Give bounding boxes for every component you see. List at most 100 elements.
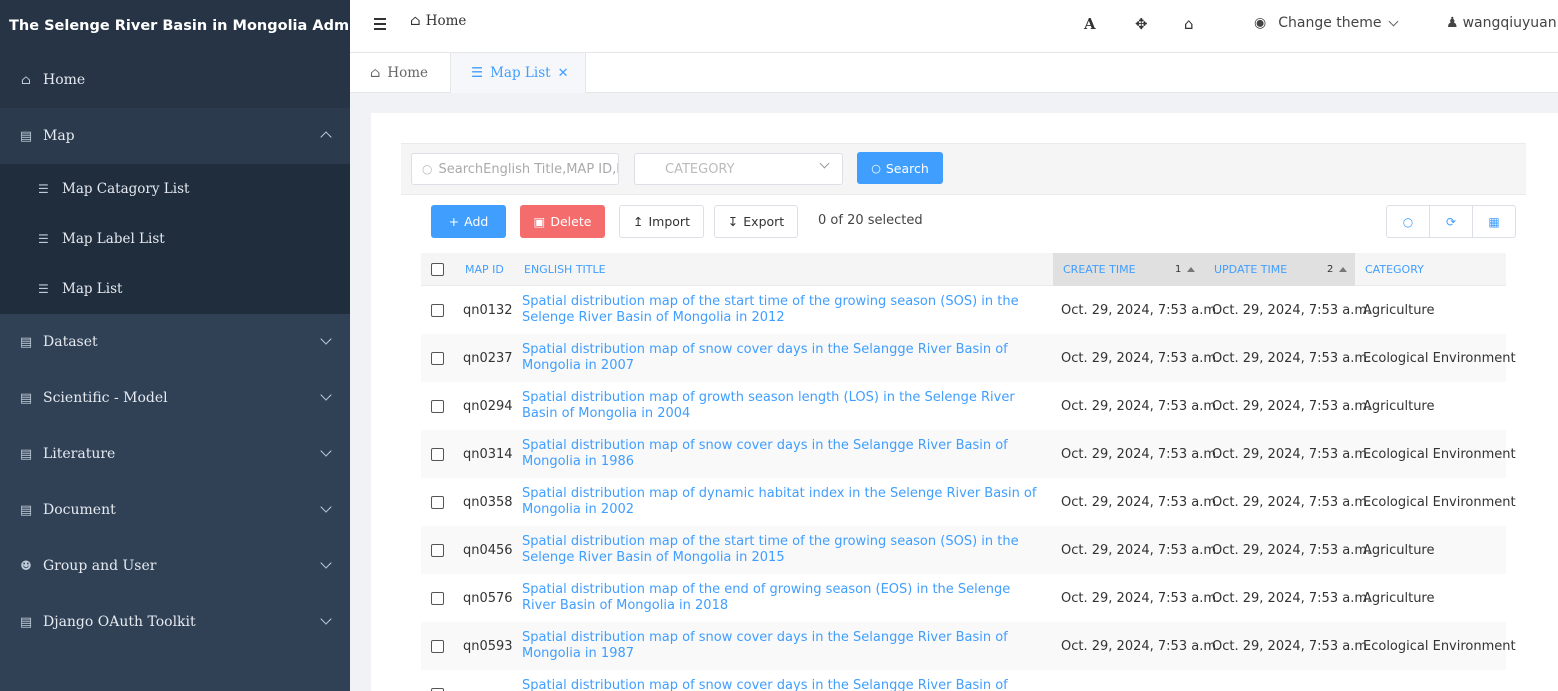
create-time-cell: Oct. 29, 2024, 7:53 a.m. <box>1061 542 1221 558</box>
tab-home[interactable]: ⌂ Home <box>370 53 428 93</box>
add-button[interactable]: + Add <box>431 205 506 238</box>
refresh-icon[interactable]: ⟳ <box>1430 206 1473 237</box>
title-link[interactable]: Spatial distribution map of the end of g… <box>522 582 1042 614</box>
table-row: qn0132 Spatial distribution map of the st… <box>421 286 1506 334</box>
sidebar-item-label: Django OAuth Toolkit <box>43 614 196 630</box>
create-time-cell: Oct. 29, 2024, 7:53 a.m. <box>1061 398 1221 414</box>
map-id-cell: qn0358 <box>463 494 513 510</box>
title-cell[interactable]: Spatial distribution map of snow cover d… <box>522 334 1042 382</box>
title-cell[interactable]: Spatial distribution map of the end of g… <box>522 574 1042 622</box>
export-button[interactable]: ↧ Export <box>714 205 798 238</box>
title-link[interactable]: Spatial distribution map of snow cover d… <box>522 342 1042 374</box>
home-icon[interactable]: ⌂ <box>1184 15 1194 33</box>
breadcrumb-label: Home <box>425 13 467 29</box>
sidebar-item-label: Map List <box>62 281 123 297</box>
table-row: qn0456 Spatial distribution map of the st… <box>421 526 1506 574</box>
title-cell[interactable]: Spatial distribution map of growth seaso… <box>522 382 1042 430</box>
row-checkbox[interactable] <box>431 622 444 670</box>
close-icon[interactable]: ✕ <box>558 66 569 81</box>
row-checkbox[interactable] <box>431 334 444 382</box>
row-checkbox[interactable] <box>431 382 444 430</box>
sidebar-item-home[interactable]: ⌂ Home <box>0 52 350 108</box>
table-tools: ○ ⟳ ▦ <box>1386 205 1516 238</box>
title-cell[interactable]: Spatial distribution map of snow cover d… <box>522 670 1042 691</box>
title-link[interactable]: Spatial distribution map of snow cover d… <box>522 678 1042 691</box>
delete-button[interactable]: ▣ Delete <box>520 205 605 238</box>
title-link[interactable]: Spatial distribution map of the start ti… <box>522 294 1042 326</box>
columns-icon[interactable]: ▦ <box>1473 206 1515 237</box>
sidebar-item-map-label-list[interactable]: ☰ Map Label List <box>0 214 350 264</box>
title-cell[interactable]: Spatial distribution map of the start ti… <box>522 286 1042 334</box>
row-checkbox[interactable] <box>431 670 444 691</box>
title-cell[interactable]: Spatial distribution map of snow cover d… <box>522 430 1042 478</box>
title-link[interactable]: Spatial distribution map of snow cover d… <box>522 630 1042 662</box>
col-map-id[interactable]: MAP ID <box>465 253 504 286</box>
home-icon: ⌂ <box>370 65 381 81</box>
sort-order: 2 <box>1327 264 1334 275</box>
breadcrumb[interactable]: ⌂ Home <box>410 13 466 29</box>
search-button[interactable]: ○ Search <box>857 152 943 184</box>
chevron-up-icon <box>320 131 332 143</box>
table-body: qn0132 Spatial distribution map of the st… <box>421 286 1516 691</box>
sidebar-item-dataset[interactable]: ▤ Dataset <box>0 314 350 370</box>
title-cell[interactable]: Spatial distribution map of the start ti… <box>522 526 1042 574</box>
fullscreen-icon[interactable]: ✥ <box>1135 15 1148 33</box>
sidebar-item-literature[interactable]: ▤ Literature <box>0 426 350 482</box>
chevron-down-icon <box>320 445 332 457</box>
title-cell[interactable]: Spatial distribution map of snow cover d… <box>522 622 1042 670</box>
update-time-cell: Oct. 29, 2024, 7:53 a.m. <box>1212 398 1372 414</box>
sidebar-item-label: Map Label List <box>62 231 165 247</box>
select-all-checkbox[interactable] <box>431 253 444 286</box>
col-create-time[interactable]: CREATE TIME 1 <box>1053 253 1204 286</box>
search-icon[interactable]: ○ <box>1387 206 1430 237</box>
sidebar-item-map[interactable]: ▤ Map <box>0 108 350 164</box>
row-checkbox[interactable] <box>431 526 444 574</box>
tasks-icon: ☰ <box>38 182 49 196</box>
row-checkbox[interactable] <box>431 574 444 622</box>
col-english-title[interactable]: ENGLISH TITLE <box>524 253 606 286</box>
row-checkbox[interactable] <box>431 430 444 478</box>
category-cell: Ecological Environment <box>1363 350 1516 366</box>
sidebar-item-document[interactable]: ▤ Document <box>0 482 350 538</box>
sidebar-item-django-oauth-toolkit[interactable]: ▤ Django OAuth Toolkit <box>0 594 350 650</box>
tab-map-list[interactable]: ☰ Map List ✕ <box>450 53 586 93</box>
map-id-cell: qn0132 <box>463 302 513 318</box>
hamburger-icon[interactable] <box>374 18 386 33</box>
update-time-cell: Oct. 29, 2024, 7:53 a.m. <box>1212 494 1372 510</box>
search-input[interactable]: ○ SearchEnglish Title,MAP ID,II <box>411 153 619 185</box>
username: wangqiuyuan <box>1462 15 1557 31</box>
action-bar: + Add ▣ Delete ↥ Import ↧ Export 0 of 20… <box>431 205 1516 238</box>
user-menu[interactable]: ♟ wangqiuyuan <box>1446 15 1558 31</box>
title-link[interactable]: Spatial distribution map of growth seaso… <box>522 390 1042 422</box>
col-category[interactable]: CATEGORY <box>1365 253 1424 286</box>
title-link[interactable]: Spatial distribution map of dynamic habi… <box>522 486 1042 518</box>
sidebar-item-group-and-user[interactable]: ☻ Group and User <box>0 538 350 594</box>
row-checkbox[interactable] <box>431 286 444 334</box>
title-cell[interactable]: Spatial distribution map of dynamic habi… <box>522 478 1042 526</box>
palette-icon: ◉ <box>1254 15 1267 31</box>
title-link[interactable]: Spatial distribution map of the start ti… <box>522 534 1042 566</box>
sort-asc-icon <box>1339 267 1347 272</box>
row-checkbox[interactable] <box>431 478 444 526</box>
chevron-down-icon <box>1388 16 1398 26</box>
category-select[interactable]: CATEGORY <box>634 153 843 185</box>
upload-icon: ↥ <box>633 214 644 229</box>
import-button[interactable]: ↥ Import <box>619 205 704 238</box>
title-link[interactable]: Spatial distribution map of snow cover d… <box>522 438 1042 470</box>
change-theme-dropdown[interactable]: ◉ Change theme <box>1254 15 1398 31</box>
category-cell: Agriculture <box>1363 398 1435 414</box>
sidebar-item-label: Map <box>43 128 75 144</box>
search-button-label: Search <box>885 160 929 176</box>
sidebar-item-scientific-model[interactable]: ▤ Scientific - Model <box>0 370 350 426</box>
sidebar-item-map-list[interactable]: ☰ Map List <box>0 264 350 314</box>
font-size-icon[interactable]: A <box>1084 15 1096 33</box>
table-row: qn0576 Spatial distribution map of the en… <box>421 574 1506 622</box>
sidebar-item-map-catagory-list[interactable]: ☰ Map Catagory List <box>0 164 350 214</box>
col-update-time[interactable]: UPDATE TIME 2 <box>1204 253 1355 286</box>
list-icon: ▤ <box>19 390 33 406</box>
create-time-cell: Oct. 29, 2024, 7:53 a.m. <box>1061 350 1221 366</box>
update-time-cell: Oct. 29, 2024, 7:53 a.m. <box>1212 590 1372 606</box>
category-cell: Agriculture <box>1363 302 1435 318</box>
chevron-down-icon <box>320 333 332 345</box>
map-id-cell: qn0294 <box>463 398 513 414</box>
